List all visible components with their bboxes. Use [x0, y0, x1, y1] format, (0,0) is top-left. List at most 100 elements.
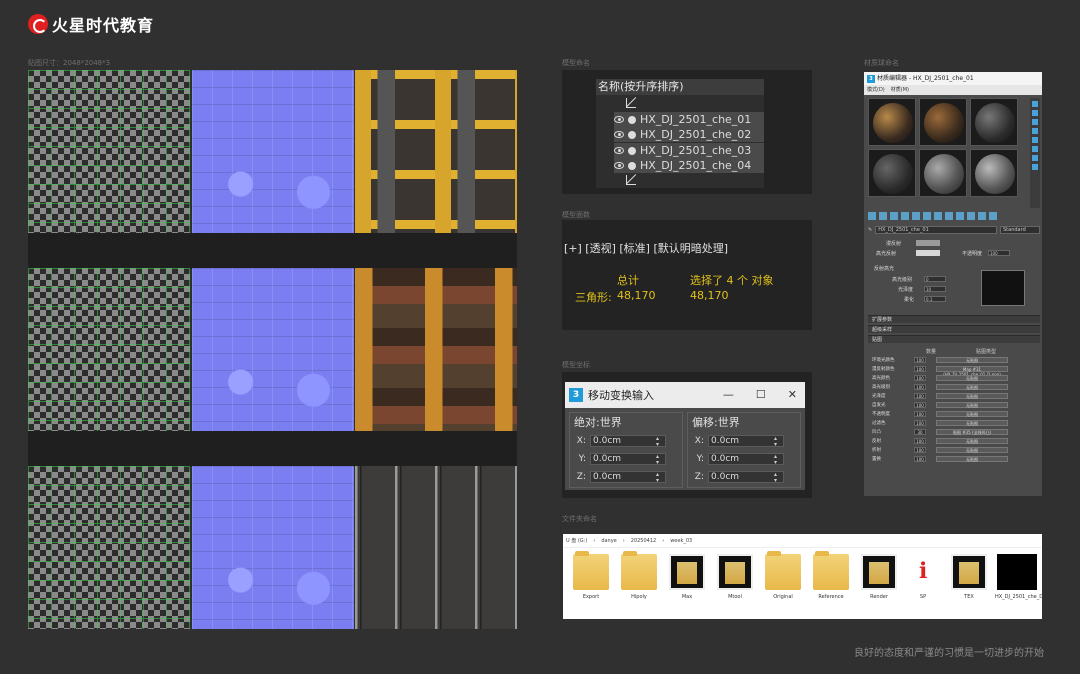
get-material-icon[interactable] [868, 212, 876, 220]
map-slot-button[interactable]: 无贴图 [936, 383, 1008, 390]
opacity-spinner[interactable]: 100 [988, 250, 1010, 256]
folder-item[interactable]: Mtool [715, 554, 755, 600]
map-amount-spinner[interactable]: 100 [914, 455, 926, 462]
outliner-item[interactable]: HX_DJ_2501_che_02 [614, 127, 764, 142]
menu-material[interactable]: 材质(M) [891, 85, 909, 95]
map-slot-button[interactable]: 无贴图 [936, 410, 1008, 417]
close-button[interactable]: ✕ [788, 388, 797, 401]
diffuse-swatch[interactable] [916, 240, 940, 246]
map-slot-button[interactable]: 无贴图 [936, 446, 1008, 453]
map-amount-spinner[interactable]: 100 [914, 401, 926, 408]
map-amount-spinner[interactable]: 100 [914, 437, 926, 444]
freeze-dot-icon[interactable] [628, 130, 636, 139]
map-slot-button[interactable]: 无贴图 [936, 401, 1008, 408]
menu-mode[interactable]: 模式(D) [867, 85, 885, 95]
abs-x-spinner[interactable]: X: 0.0cm [574, 435, 666, 447]
map-slot-row[interactable]: 过滤色 100 无贴图 [872, 419, 1032, 426]
folder-item[interactable]: ℹ SP [903, 554, 943, 600]
show-end-result-icon[interactable] [967, 212, 975, 220]
make-unique-icon[interactable] [923, 212, 931, 220]
map-slot-row[interactable]: 环境光颜色 100 无贴图 [872, 356, 1032, 363]
folder-item[interactable]: Hipoly [619, 551, 659, 600]
off-z-spinner[interactable]: Z: 0.0cm [692, 471, 784, 483]
map-amount-spinner[interactable]: 30 [914, 428, 926, 435]
video-color-icon[interactable] [1032, 137, 1038, 143]
map-slot-row[interactable]: 不透明度 100 无贴图 [872, 410, 1032, 417]
map-slot-button[interactable]: 无贴图 [936, 437, 1008, 444]
viewport-label-menu[interactable]: [+] [透视] [标准] [默认明暗处理] [564, 240, 728, 256]
outliner-sort-header[interactable]: 名称(按升序排序) [596, 79, 764, 95]
off-x-spinner[interactable]: X: 0.0cm [692, 435, 784, 447]
visibility-eye-icon[interactable] [614, 131, 624, 138]
breadcrumb-item[interactable]: 20250412 [631, 534, 656, 547]
material-slot[interactable] [970, 149, 1018, 197]
map-slot-row[interactable]: 折射 100 无贴图 [872, 446, 1032, 453]
glossiness-spinner[interactable]: 10 [924, 286, 946, 292]
map-slot-button[interactable]: 无贴图 [936, 419, 1008, 426]
map-slot-row[interactable]: 漫反射颜色 100 Map #31 (HX_DJ_2501_che_01_D.png… [872, 365, 1032, 377]
select-by-material-icon[interactable] [1032, 164, 1038, 170]
map-slot-button[interactable]: 贴图 #35 (法线凹凸) [936, 428, 1008, 435]
sample-type-icon[interactable] [1032, 101, 1038, 107]
rollout-supersampling[interactable]: 超级采样 [868, 325, 1040, 333]
map-amount-spinner[interactable]: 100 [914, 446, 926, 453]
map-amount-spinner[interactable]: 100 [914, 365, 926, 372]
visibility-eye-icon[interactable] [614, 116, 624, 123]
map-slot-row[interactable]: 反射 100 无贴图 [872, 437, 1032, 444]
off-y-spinner[interactable]: Y: 0.0cm [692, 453, 784, 465]
folder-item[interactable]: Max [667, 554, 707, 600]
map-amount-spinner[interactable]: 100 [914, 383, 926, 390]
freeze-dot-icon[interactable] [628, 161, 636, 170]
map-slot-button[interactable]: 无贴图 [936, 356, 1008, 363]
reset-map-icon[interactable] [901, 212, 909, 220]
visibility-eye-icon[interactable] [614, 147, 624, 154]
put-to-scene-icon[interactable] [879, 212, 887, 220]
breadcrumb-item[interactable]: U 盘 (G:) [566, 534, 587, 547]
map-amount-spinner[interactable]: 100 [914, 410, 926, 417]
breadcrumb-item[interactable]: danye [601, 534, 616, 547]
outliner-item[interactable]: HX_DJ_2501_che_03 [614, 143, 764, 158]
map-slot-button[interactable]: 无贴图 [936, 392, 1008, 399]
map-slot-button[interactable]: Map #31 (HX_DJ_2501_che_01_D.png) [936, 365, 1008, 377]
specular-swatch[interactable] [916, 250, 940, 256]
eyedropper-icon[interactable]: ✎ [868, 227, 872, 233]
material-slot[interactable] [970, 98, 1018, 146]
uv-tiling-icon[interactable] [1032, 128, 1038, 134]
freeze-dot-icon[interactable] [628, 146, 636, 155]
folder-item[interactable]: Reference [811, 551, 851, 600]
folder-item[interactable]: Original [763, 551, 803, 600]
map-amount-spinner[interactable]: 100 [914, 392, 926, 399]
copy-material-icon[interactable] [912, 212, 920, 220]
assign-material-icon[interactable] [890, 212, 898, 220]
rollout-extended-parameters[interactable]: 扩展参数 [868, 315, 1040, 323]
folder-item[interactable]: Render [859, 554, 899, 600]
go-forward-icon[interactable] [989, 212, 997, 220]
outliner-item[interactable]: HX_DJ_2501_che_04 [614, 158, 764, 173]
maximize-button[interactable]: ☐ [756, 388, 766, 401]
background-icon[interactable] [1032, 119, 1038, 125]
material-slot[interactable] [919, 98, 967, 146]
map-slot-row[interactable]: 置换 100 无贴图 [872, 455, 1032, 462]
visibility-eye-icon[interactable] [614, 162, 624, 169]
material-slot[interactable] [919, 149, 967, 197]
abs-y-spinner[interactable]: Y: 0.0cm [574, 453, 666, 465]
outliner-item[interactable]: HX_DJ_2501_che_01 [614, 112, 764, 127]
abs-z-spinner[interactable]: Z: 0.0cm [574, 471, 666, 483]
material-slot[interactable] [868, 149, 916, 197]
options-icon[interactable] [1032, 155, 1038, 161]
material-slot[interactable] [868, 98, 916, 146]
map-amount-spinner[interactable]: 100 [914, 419, 926, 426]
map-slot-row[interactable]: 自发光 100 无贴图 [872, 401, 1032, 408]
map-slot-row[interactable]: 高光级别 100 无贴图 [872, 383, 1032, 390]
soften-spinner[interactable]: 0.1 [924, 296, 946, 302]
material-id-icon[interactable] [945, 212, 953, 220]
map-slot-row[interactable]: 凹凸 30 贴图 #35 (法线凹凸) [872, 428, 1032, 435]
put-to-library-icon[interactable] [934, 212, 942, 220]
map-slot-button[interactable]: 无贴图 [936, 455, 1008, 462]
backlight-icon[interactable] [1032, 110, 1038, 116]
breadcrumb-item[interactable]: week_03 [670, 534, 692, 547]
rollout-maps[interactable]: 贴图 [868, 335, 1040, 343]
folder-item[interactable]: Export [571, 551, 611, 600]
map-slot-row[interactable]: 高光颜色 100 无贴图 [872, 374, 1032, 381]
map-slot-row[interactable]: 光泽度 100 无贴图 [872, 392, 1032, 399]
